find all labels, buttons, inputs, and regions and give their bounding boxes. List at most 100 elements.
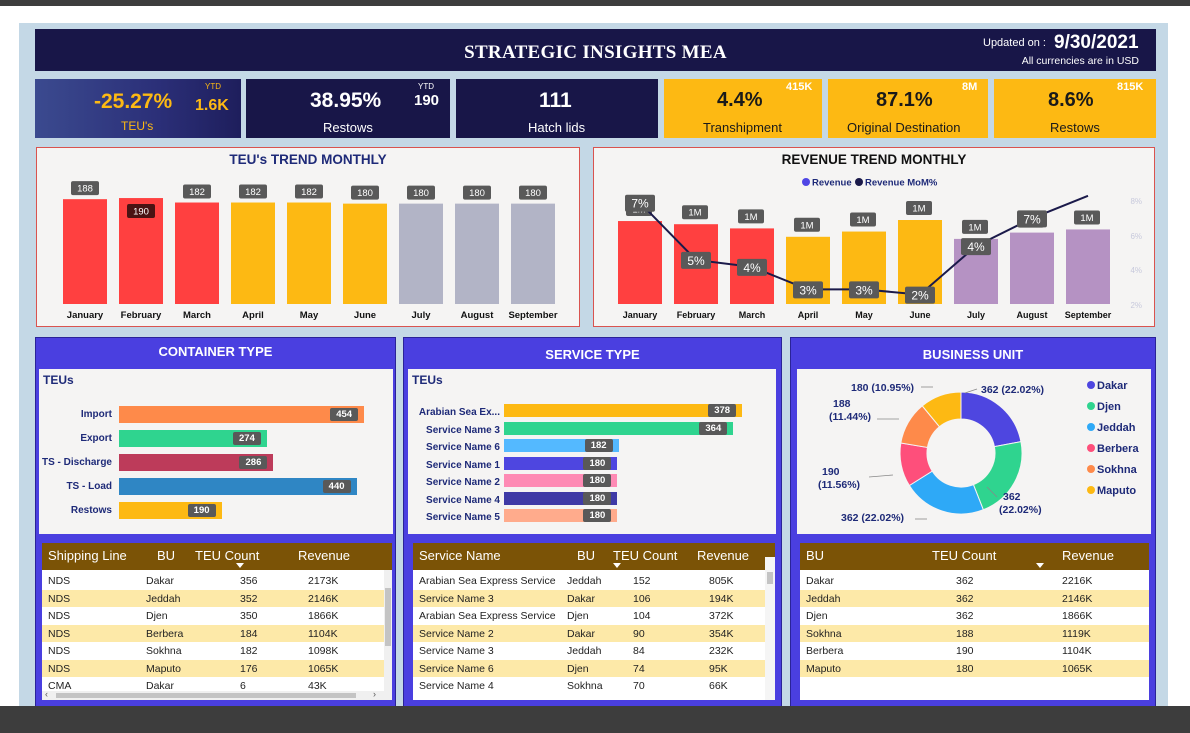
table-cell: Service Name 4 (419, 680, 494, 692)
table-row[interactable]: Service Name 6 Djen 74 95K (413, 659, 765, 677)
legend-dot (1087, 402, 1095, 410)
bar-data-label: 274 (232, 432, 261, 445)
horizontal-scrollbar[interactable]: ‹ › (42, 689, 384, 700)
revenue-data-label: 1M (744, 212, 757, 223)
sort-desc-icon[interactable] (236, 563, 244, 568)
table-row[interactable]: Arabian Sea Express Service Jeddah 152 805K (413, 572, 765, 590)
table-header: BU TEU Count Revenue (800, 543, 1149, 570)
kpi-corner-value: 415K (786, 81, 813, 93)
col-header-bu[interactable]: BU (577, 548, 595, 563)
legend-dot (1087, 423, 1095, 431)
service-name-table[interactable]: Service Name BU TEU Count Revenue Arabia… (413, 543, 775, 700)
window-top-bar (0, 0, 1190, 6)
col-header-shipping-line[interactable]: Shipping Line (48, 548, 127, 563)
kpi-ytd-value: 1.6K (195, 97, 229, 114)
table-cell: NDS (48, 575, 71, 587)
col-header-teu-count[interactable]: TEU Count (613, 548, 677, 563)
table-cell: Berbera (806, 645, 844, 657)
table-row[interactable]: NDS Dakar 356 2173K (42, 572, 384, 590)
table-row[interactable]: Service Name 3 Jeddah 84 232K (413, 642, 765, 660)
sort-desc-icon[interactable] (1036, 563, 1044, 568)
table-row[interactable]: NDS Djen 350 1866K (42, 607, 384, 625)
col-header-revenue[interactable]: Revenue (697, 548, 749, 563)
table-cell: Sokhna (806, 627, 842, 640)
dashboard-header: STRATEGIC INSIGHTS MEA Updated on : 9/30… (35, 29, 1156, 71)
col-header-service-name[interactable]: Service Name (419, 548, 501, 563)
table-row[interactable]: NDS Jeddah 352 2146K (42, 589, 384, 607)
bar-category-label: Service Name 2 (426, 477, 500, 488)
bar-data-label: 190 (187, 504, 216, 517)
business-unit-donut-chart: 362 (22.02%)362(22.02%)362 (22.02%)190(1… (818, 380, 1139, 524)
col-header-teu-count[interactable]: TEU Count (932, 548, 996, 563)
col-header-revenue[interactable]: Revenue (1062, 548, 1114, 563)
table-cell: Service Name 6 (419, 662, 494, 675)
bar[interactable] (119, 478, 357, 495)
leader-line (868, 474, 894, 478)
bar[interactable] (119, 406, 365, 423)
updated-date: 9/30/2021 (1054, 32, 1139, 53)
table-row[interactable]: NDS Berbera 184 1104K (42, 624, 384, 642)
right-axis-tick: 8% (1130, 197, 1142, 206)
table-cell: 66K (709, 680, 728, 692)
revenue-x-tick-label: June (909, 310, 930, 320)
teu-x-tick-label: July (411, 310, 431, 321)
service-type-subtitle: TEUs (412, 373, 443, 387)
mom-data-label: 5% (687, 254, 705, 268)
scrollbar-thumb[interactable] (767, 572, 773, 584)
shipping-line-table[interactable]: Shipping Line BU TEU Count Revenue NDS Da… (42, 543, 392, 700)
table-row[interactable]: Dakar 362 2216K (800, 572, 1149, 590)
table-row[interactable]: NDS Maputo 176 1065K (42, 659, 384, 677)
table-row[interactable]: NDS Sokhna 182 1098K (42, 642, 384, 660)
scroll-right-icon[interactable]: › (373, 689, 376, 699)
kpi-card-hatch-lids[interactable]: 111 Hatch lids (456, 79, 658, 138)
teu-x-tick-label: March (183, 310, 211, 321)
table-cell: Jeddah (567, 645, 602, 657)
kpi-card-teus[interactable]: -25.27% TEU's YTD 1.6K (35, 79, 241, 138)
kpi-card-transhipment[interactable]: 4.4% Transhipment 415K (664, 79, 822, 138)
table-cell: 182 (240, 645, 258, 657)
col-header-bu[interactable]: BU (806, 548, 824, 563)
table-row[interactable]: Djen 362 1866K (800, 607, 1149, 625)
kpi-card-restows-percent[interactable]: 8.6% Restows 815K (994, 79, 1156, 138)
table-row[interactable]: Berbera 190 1104K (800, 642, 1149, 660)
teu-trend-chart: 188 January 190 February 182 March 182 April 182… (63, 181, 558, 321)
table-row[interactable]: Sokhna 188 1119K (800, 624, 1149, 642)
table-row[interactable]: Service Name 2 Dakar 90 354K (413, 624, 765, 642)
kpi-card-restows[interactable]: 38.95% Restows YTD 190 (246, 79, 450, 138)
scrollbar-thumb[interactable] (385, 588, 391, 646)
table-cell: 194K (709, 592, 734, 605)
table-row[interactable]: Arabian Sea Express Service Djen 104 372K (413, 607, 765, 625)
teu-x-tick-label: January (67, 310, 104, 321)
kpi-value: -25.27% (94, 90, 173, 113)
table-row[interactable]: Jeddah 362 2146K (800, 589, 1149, 607)
bar[interactable] (504, 404, 743, 417)
kpi-value: 111 (539, 89, 572, 112)
col-header-teu-count[interactable]: TEU Count (195, 548, 259, 563)
vertical-scrollbar[interactable] (384, 570, 392, 700)
business-unit-table[interactable]: BU TEU Count Revenue Dakar 362 2216K Jeddah… (800, 543, 1149, 700)
kpi-card-original-destination[interactable]: 87.1% Original Destination 8M (828, 79, 988, 138)
table-cell: 1098K (308, 645, 339, 657)
table-row[interactable]: Maputo 180 1065K (800, 659, 1149, 677)
teu-trend-panel: TEU's TREND MONTHLY 188 January 190 Februar… (36, 147, 580, 327)
revenue-x-tick-label: April (798, 310, 819, 320)
table-cell: Jeddah (567, 575, 602, 587)
teu-x-tick-label: September (508, 310, 557, 321)
table-header: Shipping Line BU TEU Count Revenue (42, 543, 392, 570)
vertical-scrollbar[interactable] (765, 557, 775, 700)
legend-label: Djen (1097, 401, 1121, 413)
kpi-value: 8.6% (1048, 89, 1094, 111)
sort-desc-icon[interactable] (613, 563, 621, 568)
scroll-left-icon[interactable]: ‹ (45, 689, 48, 699)
revenue-bar (618, 221, 662, 304)
teu-data-label: 180 (525, 188, 541, 199)
teu-x-tick-label: August (461, 310, 495, 321)
col-header-bu[interactable]: BU (157, 548, 175, 563)
col-header-revenue[interactable]: Revenue (298, 548, 350, 563)
kpi-label: TEU's (121, 119, 154, 133)
table-row[interactable]: Service Name 3 Dakar 106 194K (413, 589, 765, 607)
table-row[interactable]: Service Name 4 Sokhna 70 66K (413, 677, 765, 695)
scrollbar-thumb[interactable] (56, 693, 356, 698)
table-cell: 356 (240, 575, 258, 587)
kpi-value: 4.4% (717, 89, 763, 111)
